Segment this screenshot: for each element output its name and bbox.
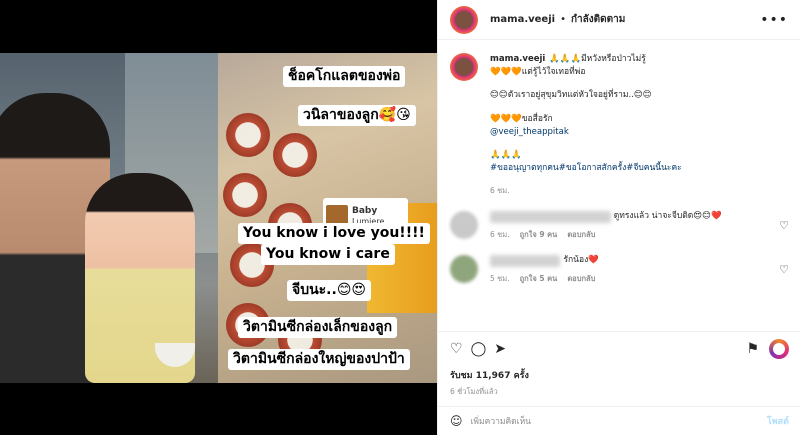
view-count[interactable]: รับชม 11,967 ครั้ง [450,368,789,382]
mention-link[interactable]: @veeji_theappitak [490,127,569,137]
comment-likes[interactable]: ถูกใจ 5 คน [520,273,558,285]
post-media[interactable]: ช็อคโกแลตของพ่อ วนิลาของลูก🥰😘 Baby Lumie… [0,0,437,435]
reels-icon[interactable] [769,339,789,359]
redacted-username: xxxxxxxxxxxxxx [490,254,561,267]
list-item: xxxxxxxxxxxxxxxxxxxxxxxxดูทรงแล้ว น่าจะจ… [450,210,789,241]
video-caption: You know i love you!!!! [238,223,430,244]
more-options-icon[interactable]: ••• [760,12,788,28]
video-caption: วิตามินซีกล่องเล็กของลูก [238,317,398,338]
comment-text: รักน้อง❤️ [563,254,599,265]
comment-like-icon[interactable]: ♡ [779,219,789,232]
comment-time: 6 ชม. [490,229,510,239]
caption-time: 6 ชม. [490,186,510,196]
add-comment-bar: ☺ เพิ่มความคิดเห็น โพสต์ [438,406,800,435]
list-item: xxxxxxxxxxxxxxรักน้อง❤️ 5 ชม. ถูกใจ 5 คน… [450,254,789,285]
reply-button[interactable]: ตอบกลับ [567,273,595,285]
sticker-title: Baby [352,205,378,216]
post-comment-button[interactable]: โพสต์ [767,414,789,428]
caption-line: 🧡🧡🧡แต่รู้ไว้ใจเทอที่พ่อ [490,67,586,78]
emoji-icon[interactable]: ☺ [450,414,463,428]
header-separator: • [560,14,566,25]
caption-username[interactable]: mama.veeji [490,54,545,64]
posted-time: 6 ชั่วโมงที่แล้ว [450,387,498,396]
follow-status-button[interactable]: กำลังติดตาม [571,12,625,27]
video-caption: วิตามินซีกล่องใหญ่ของปาป้า [228,349,410,370]
post-side-panel: mama.veeji • กำลังติดตาม ••• mama.veeji 🙏… [437,0,800,435]
video-caption: ช็อคโกแลตของพ่อ [283,66,406,87]
comments-list[interactable]: mama.veeji 🙏🙏🙏มีหวังหรือป่าวไม่รู้ 🧡🧡🧡แต่… [438,41,800,331]
comment-input[interactable]: เพิ่มความคิดเห็น [471,414,531,428]
caption-line: 🙏🙏🙏 [490,149,522,160]
instagram-post-viewer: ช็อคโกแลตของพ่อ วนิลาของลูก🥰😘 Baby Lumie… [0,0,800,435]
post-header: mama.veeji • กำลังติดตาม ••• [438,0,800,40]
comment-icon[interactable]: ◯ [471,341,487,357]
caption-line: 😊😊ตัวเราอยู่สุขุมวิทแต่หัวใจอยู่ที่ราม..… [490,90,652,101]
avatar[interactable] [450,210,478,239]
avatar[interactable] [450,53,478,81]
comment-like-icon[interactable]: ♡ [779,263,789,276]
post-caption: mama.veeji 🙏🙏🙏มีหวังหรือป่าวไม่รู้ 🧡🧡🧡แต่… [450,53,789,197]
caption-line: 🙏🙏🙏มีหวังหรือป่าวไม่รู้ [549,54,646,64]
caption-line: 🧡🧡🧡ขอสื่อรัก [490,113,553,124]
share-icon[interactable]: ➤ [494,341,506,357]
bookmark-icon[interactable]: ⚑ [746,341,759,357]
comment-time: 5 ชม. [490,273,510,283]
post-actions: ♡ ◯ ➤ ⚑ รับชม 11,967 ครั้ง 6 ชั่วโมงที่แ… [438,331,800,402]
comment-text: ดูทรงแล้ว น่าจะจีบติด😍😊❤️ [613,210,722,221]
avatar[interactable] [450,254,478,283]
video-player[interactable]: ช็อคโกแลตของพ่อ วนิลาของลูก🥰😘 Baby Lumie… [0,53,437,383]
reply-button[interactable]: ตอบกลับ [567,229,595,241]
comment-likes[interactable]: ถูกใจ 9 คน [520,229,558,241]
video-caption: วนิลาของลูก🥰😘 [298,105,416,126]
avatar[interactable] [450,5,478,34]
header-username[interactable]: mama.veeji [490,14,555,25]
video-caption: จีบนะ..😊😍 [287,280,372,301]
heart-icon[interactable]: ♡ [450,341,463,357]
video-caption: You know i care [261,244,395,265]
video-scene-father-daughter [0,53,218,383]
redacted-username: xxxxxxxxxxxxxxxxxxxxxxxx [490,210,611,223]
hashtags-link[interactable]: #ขออนุญาตทุกคน#ขอโอกาสสักครั้ง#จีบคนนี้น… [490,163,682,173]
